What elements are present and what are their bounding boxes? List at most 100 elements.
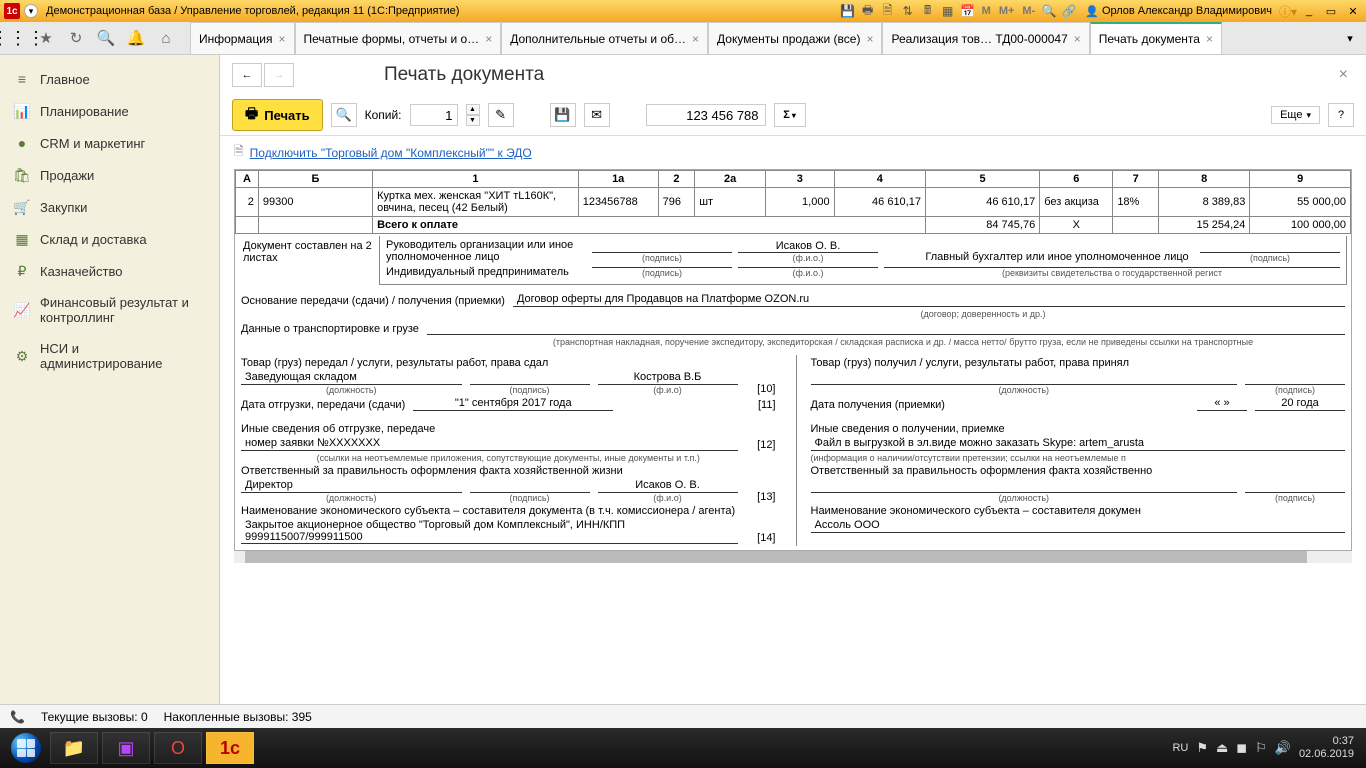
- tab-additional-reports[interactable]: Дополнительные отчеты и об…×: [501, 22, 708, 54]
- tab-realization[interactable]: Реализация тов… ТД00-000047×: [882, 22, 1089, 54]
- mem-m[interactable]: M: [980, 5, 993, 17]
- edo-link-row: 🗎 Подключить "Торговый дом "Комплексный"…: [220, 136, 1366, 169]
- sum-input[interactable]: [646, 104, 766, 126]
- user-name: Орлов Александр Владимирович: [1102, 5, 1272, 17]
- copies-input[interactable]: [410, 104, 458, 126]
- crm-icon: ●: [14, 135, 30, 151]
- calendar-icon[interactable]: 📅: [960, 3, 976, 19]
- copies-spinner: ▲ ▼: [466, 104, 480, 126]
- tray-volume-icon[interactable]: 🔊: [1275, 740, 1291, 756]
- language-indicator[interactable]: RU: [1172, 742, 1188, 754]
- close-icon[interactable]: ×: [1206, 32, 1213, 46]
- horizontal-scrollbar[interactable]: [234, 551, 1352, 563]
- tray-network-icon[interactable]: ◼: [1236, 740, 1247, 756]
- printer-icon: 🖶: [245, 103, 258, 127]
- info-icon[interactable]: ⓘ▾: [1280, 3, 1296, 19]
- content-area: ← → Печать документа × 🖶Печать 🔍 Копий: …: [220, 55, 1366, 704]
- sidebar-item-main[interactable]: ≡Главное: [0, 63, 219, 95]
- mem-mminus[interactable]: M-: [1020, 5, 1037, 17]
- tab-sales-docs[interactable]: Документы продажи (все)×: [708, 22, 882, 54]
- tray-shield-icon[interactable]: ⚐: [1255, 740, 1267, 756]
- maximize-button[interactable]: ▭: [1322, 4, 1340, 18]
- top-toolbar: ⋮⋮⋮ ★ ↻ 🔍 🔔 ⌂ Информация× Печатные формы…: [0, 22, 1366, 55]
- save-icon[interactable]: 💾: [840, 3, 856, 19]
- sidebar-item-planning[interactable]: 📊Планирование: [0, 95, 219, 127]
- save-button[interactable]: 💾: [550, 103, 576, 127]
- close-icon[interactable]: ×: [866, 32, 873, 46]
- taskbar-app-opera[interactable]: O: [154, 732, 202, 764]
- tray-flag-icon[interactable]: ⚑: [1196, 740, 1208, 756]
- start-button[interactable]: [6, 732, 46, 764]
- preview-button[interactable]: 🔍: [331, 103, 357, 127]
- sidebar-item-sales[interactable]: 🛍Продажи: [0, 159, 219, 191]
- tab-overflow[interactable]: ▾: [1340, 32, 1360, 45]
- mem-mplus[interactable]: M+: [997, 5, 1017, 17]
- document-icon[interactable]: 🗎: [880, 3, 896, 19]
- system-tray: RU ⚑ ⏏ ◼ ⚐ 🔊 0:37 02.06.2019: [1172, 735, 1360, 761]
- apps-grid-icon[interactable]: ⋮⋮⋮: [6, 26, 30, 50]
- window-titlebar: 1c ▾ Демонстрационная база / Управление …: [0, 0, 1366, 22]
- sidebar-item-nsi[interactable]: ⚙НСИ и администрирование: [0, 333, 219, 379]
- close-icon[interactable]: ×: [485, 32, 492, 46]
- tab-print-document[interactable]: Печать документа×: [1090, 22, 1222, 54]
- document-toolbar: 🖶Печать 🔍 Копий: ▲ ▼ ✎ 💾 ✉ Σ▾ Еще▾ ?: [220, 95, 1366, 136]
- help-button[interactable]: ?: [1328, 103, 1354, 127]
- edit-button[interactable]: ✎: [488, 103, 514, 127]
- sidebar-item-purchases[interactable]: 🛒Закупки: [0, 191, 219, 223]
- sidebar-item-finances[interactable]: 📈Финансовый результат и контроллинг: [0, 287, 219, 333]
- sigma-button[interactable]: Σ▾: [774, 103, 806, 127]
- copies-up[interactable]: ▲: [466, 104, 480, 115]
- copies-down[interactable]: ▼: [466, 115, 480, 126]
- tab-info[interactable]: Информация×: [190, 22, 295, 54]
- signature-block: Документ составлен на 2 листах Руководит…: [235, 234, 1351, 287]
- zoom-icon[interactable]: 🔍: [1041, 3, 1057, 19]
- close-icon[interactable]: ×: [278, 32, 285, 46]
- app-logo: 1c: [4, 3, 20, 19]
- content-header: ← → Печать документа ×: [220, 55, 1366, 95]
- current-calls: Текущие вызовы: 0: [41, 710, 148, 724]
- sidebar-item-warehouse[interactable]: ▦Склад и доставка: [0, 223, 219, 255]
- email-button[interactable]: ✉: [584, 103, 610, 127]
- favorites-icon[interactable]: ★: [32, 24, 60, 52]
- history-icon[interactable]: ↻: [62, 24, 90, 52]
- boxes-icon: ▦: [14, 231, 30, 247]
- tab-print-forms[interactable]: Печатные формы, отчеты и о…×: [295, 22, 502, 54]
- link-icon[interactable]: 🔗: [1061, 3, 1077, 19]
- sidebar: ≡Главное 📊Планирование ●CRM и маркетинг …: [0, 55, 220, 704]
- page-close-button[interactable]: ×: [1333, 66, 1354, 84]
- print-icon[interactable]: 🖶: [860, 3, 876, 19]
- home-icon[interactable]: ⌂: [152, 24, 180, 52]
- user-icon: 👤: [1085, 5, 1099, 18]
- taskbar-app-explorer[interactable]: 📁: [50, 732, 98, 764]
- close-button[interactable]: ✕: [1344, 4, 1362, 18]
- more-button[interactable]: Еще▾: [1271, 106, 1320, 124]
- calculator-icon[interactable]: 🖩: [920, 3, 936, 19]
- user-box[interactable]: 👤 Орлов Александр Владимирович: [1081, 5, 1276, 18]
- forward-button[interactable]: →: [264, 63, 294, 87]
- compare-icon[interactable]: ⇅: [900, 3, 916, 19]
- page-title: Печать документа: [384, 64, 544, 86]
- table-total-row: Всего к оплате 84 745,76 Х 15 254,24 100…: [236, 217, 1351, 234]
- bell-icon[interactable]: 🔔: [122, 24, 150, 52]
- edo-link[interactable]: Подключить "Торговый дом "Комплексный"" …: [250, 146, 532, 160]
- ruble-icon: ₽: [14, 263, 30, 279]
- titlebar-dropdown[interactable]: ▾: [24, 4, 38, 18]
- sidebar-item-treasury[interactable]: ₽Казначейство: [0, 255, 219, 287]
- taskbar-app-1[interactable]: ▣: [102, 732, 150, 764]
- doc-pages-label: Документ составлен на 2 листах: [239, 236, 379, 268]
- minimize-button[interactable]: _: [1300, 4, 1318, 18]
- cart-icon: 🛒: [14, 199, 30, 215]
- close-icon[interactable]: ×: [1074, 32, 1081, 46]
- search-icon[interactable]: 🔍: [92, 24, 120, 52]
- taskbar-clock[interactable]: 0:37 02.06.2019: [1299, 735, 1360, 761]
- sidebar-item-crm[interactable]: ●CRM и маркетинг: [0, 127, 219, 159]
- transfer-section: Товар (груз) передал / услуги, результат…: [235, 351, 1351, 550]
- taskbar-app-1c[interactable]: 1c: [206, 732, 254, 764]
- close-icon[interactable]: ×: [692, 32, 699, 46]
- grid-icon[interactable]: ▦: [940, 3, 956, 19]
- tray-device-icon[interactable]: ⏏: [1216, 740, 1228, 756]
- document-area[interactable]: А Б 1 1а 2 2а 3 4 5 6 7 8 9: [220, 169, 1366, 704]
- back-button[interactable]: ←: [232, 63, 262, 87]
- print-button[interactable]: 🖶Печать: [232, 99, 323, 131]
- table-row[interactable]: 2 99300 Куртка мех. женская "ХИТ тL160К"…: [236, 188, 1351, 217]
